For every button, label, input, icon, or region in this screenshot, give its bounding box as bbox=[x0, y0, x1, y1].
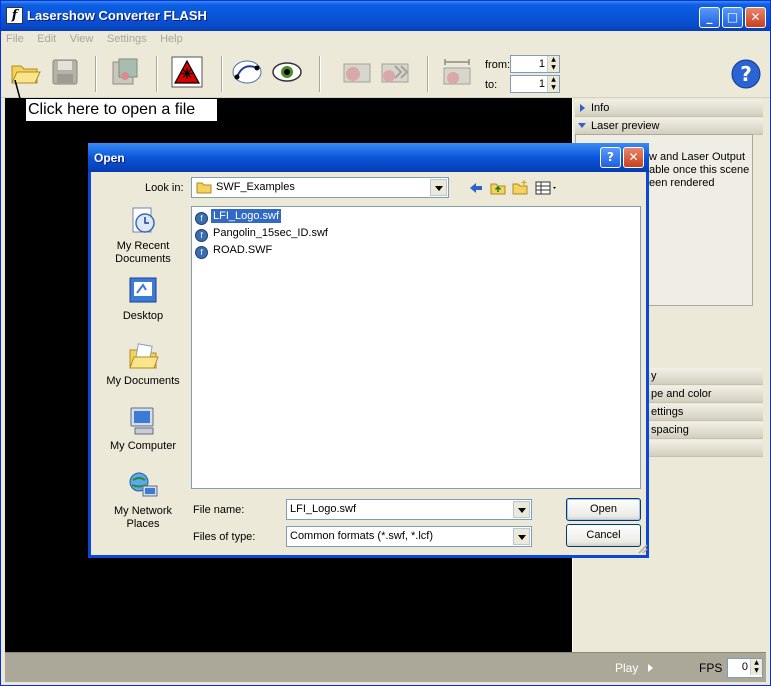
recent-documents-icon bbox=[132, 207, 155, 233]
file-name-label: File name: bbox=[193, 504, 245, 516]
resize-grip-icon[interactable] bbox=[636, 542, 648, 554]
range-icon[interactable] bbox=[441, 56, 473, 88]
to-stepper[interactable]: 1 ▲ ▼ bbox=[510, 75, 560, 93]
render-frame-icon[interactable] bbox=[341, 56, 373, 88]
help-icon[interactable]: ? bbox=[730, 58, 762, 90]
my-documents-icon bbox=[129, 343, 159, 369]
swf-file-icon: f bbox=[195, 246, 208, 259]
dropdown-arrow-icon[interactable] bbox=[513, 501, 530, 518]
stepper-arrows-icon[interactable]: ▲ ▼ bbox=[547, 56, 559, 72]
collapse-arrow-icon bbox=[578, 123, 586, 128]
place-recent-documents[interactable]: My Recent Documents bbox=[101, 205, 185, 266]
to-label: to: bbox=[485, 79, 498, 91]
toolbar: from: 1 ▲ ▼ to: 1 ▲ ▼ ? bbox=[1, 50, 770, 98]
toolbar-separator bbox=[427, 56, 429, 92]
maximize-button[interactable]: □ bbox=[722, 7, 743, 28]
fps-stepper[interactable]: 0 ▲ ▼ bbox=[727, 658, 763, 678]
dialog-title-bar[interactable]: Open ? ✕ bbox=[88, 143, 649, 172]
look-in-label: Look in: bbox=[145, 182, 184, 194]
back-arrow-icon[interactable] bbox=[468, 180, 484, 196]
list-item[interactable]: f Pangolin_15sec_ID.swf bbox=[195, 227, 330, 243]
preview-text-line: een rendered bbox=[649, 177, 715, 189]
look-in-select[interactable]: SWF_Examples bbox=[191, 177, 449, 198]
toolbar-separator bbox=[221, 56, 223, 92]
file-type-label: Files of type: bbox=[193, 531, 256, 543]
up-folder-icon[interactable] bbox=[490, 180, 506, 196]
laser-warning-icon[interactable] bbox=[171, 56, 203, 88]
dialog-help-button[interactable]: ? bbox=[600, 147, 621, 168]
preview-text-line: able once this scene bbox=[649, 164, 750, 176]
preview-text-line: w and Laser Output bbox=[649, 151, 746, 163]
fps-label: FPS bbox=[699, 661, 723, 675]
file-name-input[interactable]: LFI_Logo.swf bbox=[286, 499, 532, 520]
section-info[interactable]: Info bbox=[575, 100, 763, 117]
cancel-button[interactable]: Cancel bbox=[566, 524, 641, 547]
dialog-title: Open bbox=[94, 151, 125, 165]
dropdown-arrow-icon[interactable] bbox=[430, 179, 447, 196]
open-button[interactable]: Open bbox=[566, 498, 641, 521]
place-my-documents[interactable]: My Documents bbox=[101, 340, 185, 388]
toolbar-separator bbox=[95, 56, 97, 92]
network-places-icon bbox=[129, 472, 158, 497]
my-computer-icon bbox=[130, 407, 154, 435]
stepper-arrows-icon[interactable]: ▲ ▼ bbox=[547, 76, 559, 92]
swf-file-icon: f bbox=[195, 229, 208, 242]
svg-text:?: ? bbox=[740, 62, 752, 86]
list-item[interactable]: f LFI_Logo.swf bbox=[195, 209, 282, 226]
menu-settings[interactable]: Settings bbox=[102, 31, 152, 47]
dropdown-arrow-icon[interactable] bbox=[513, 528, 530, 545]
pointer-arrow-icon bbox=[14, 80, 23, 107]
file-list[interactable]: f LFI_Logo.swf f Pangolin_15sec_ID.swf f RO… bbox=[191, 206, 641, 489]
toolbar-separator bbox=[319, 56, 321, 92]
menu-help[interactable]: Help bbox=[155, 31, 188, 47]
from-label: from: bbox=[485, 59, 511, 71]
export-icon[interactable] bbox=[109, 56, 141, 88]
minimize-button[interactable]: _ bbox=[699, 7, 720, 28]
status-bar: Play FPS 0 ▲ ▼ bbox=[5, 652, 766, 682]
open-dialog: Open ? ✕ Look in: SWF_Examples My Recent… bbox=[88, 143, 649, 558]
section-laser-preview[interactable]: Laser preview bbox=[575, 118, 763, 135]
expand-arrow-icon bbox=[580, 104, 585, 112]
render-all-icon[interactable] bbox=[379, 56, 411, 88]
play-arrow-icon bbox=[647, 664, 653, 672]
folder-icon bbox=[196, 182, 212, 194]
preview-eye-icon[interactable] bbox=[271, 56, 303, 88]
list-item[interactable]: f ROAD.SWF bbox=[195, 244, 274, 260]
swf-file-icon: f bbox=[195, 212, 208, 225]
view-menu-icon[interactable] bbox=[535, 180, 559, 196]
toolbar-separator bbox=[156, 56, 158, 92]
menu-file[interactable]: File bbox=[1, 31, 29, 47]
dialog-close-button[interactable]: ✕ bbox=[623, 147, 644, 168]
desktop-icon bbox=[129, 277, 157, 303]
place-my-computer[interactable]: My Computer bbox=[101, 405, 185, 453]
title-bar[interactable]: f Lasershow Converter FLASH _ □ ✕ bbox=[1, 1, 770, 31]
save-disk-icon[interactable] bbox=[49, 56, 81, 88]
tooltip: Click here to open a file bbox=[25, 98, 218, 122]
menu-view[interactable]: View bbox=[65, 31, 99, 47]
from-value: 1 bbox=[538, 58, 545, 70]
app-icon: f bbox=[6, 7, 23, 24]
new-folder-icon[interactable] bbox=[512, 180, 528, 196]
window-title: Lasershow Converter FLASH bbox=[27, 8, 207, 23]
from-stepper[interactable]: 1 ▲ ▼ bbox=[510, 55, 560, 73]
to-value: 1 bbox=[538, 78, 545, 90]
close-button[interactable]: ✕ bbox=[745, 7, 766, 28]
fps-value: 0 bbox=[741, 661, 748, 673]
menu-edit[interactable]: Edit bbox=[32, 31, 61, 47]
stepper-arrows-icon[interactable]: ▲ ▼ bbox=[750, 659, 762, 675]
menu-bar: File Edit View Settings Help bbox=[1, 31, 770, 50]
place-my-network-places[interactable]: My Network Places bbox=[101, 470, 185, 531]
place-desktop[interactable]: Desktop bbox=[101, 275, 185, 323]
play-button[interactable]: Play bbox=[615, 661, 653, 675]
path-edit-icon[interactable] bbox=[231, 56, 263, 88]
file-type-select[interactable]: Common formats (*.swf, *.lcf) bbox=[286, 526, 532, 547]
